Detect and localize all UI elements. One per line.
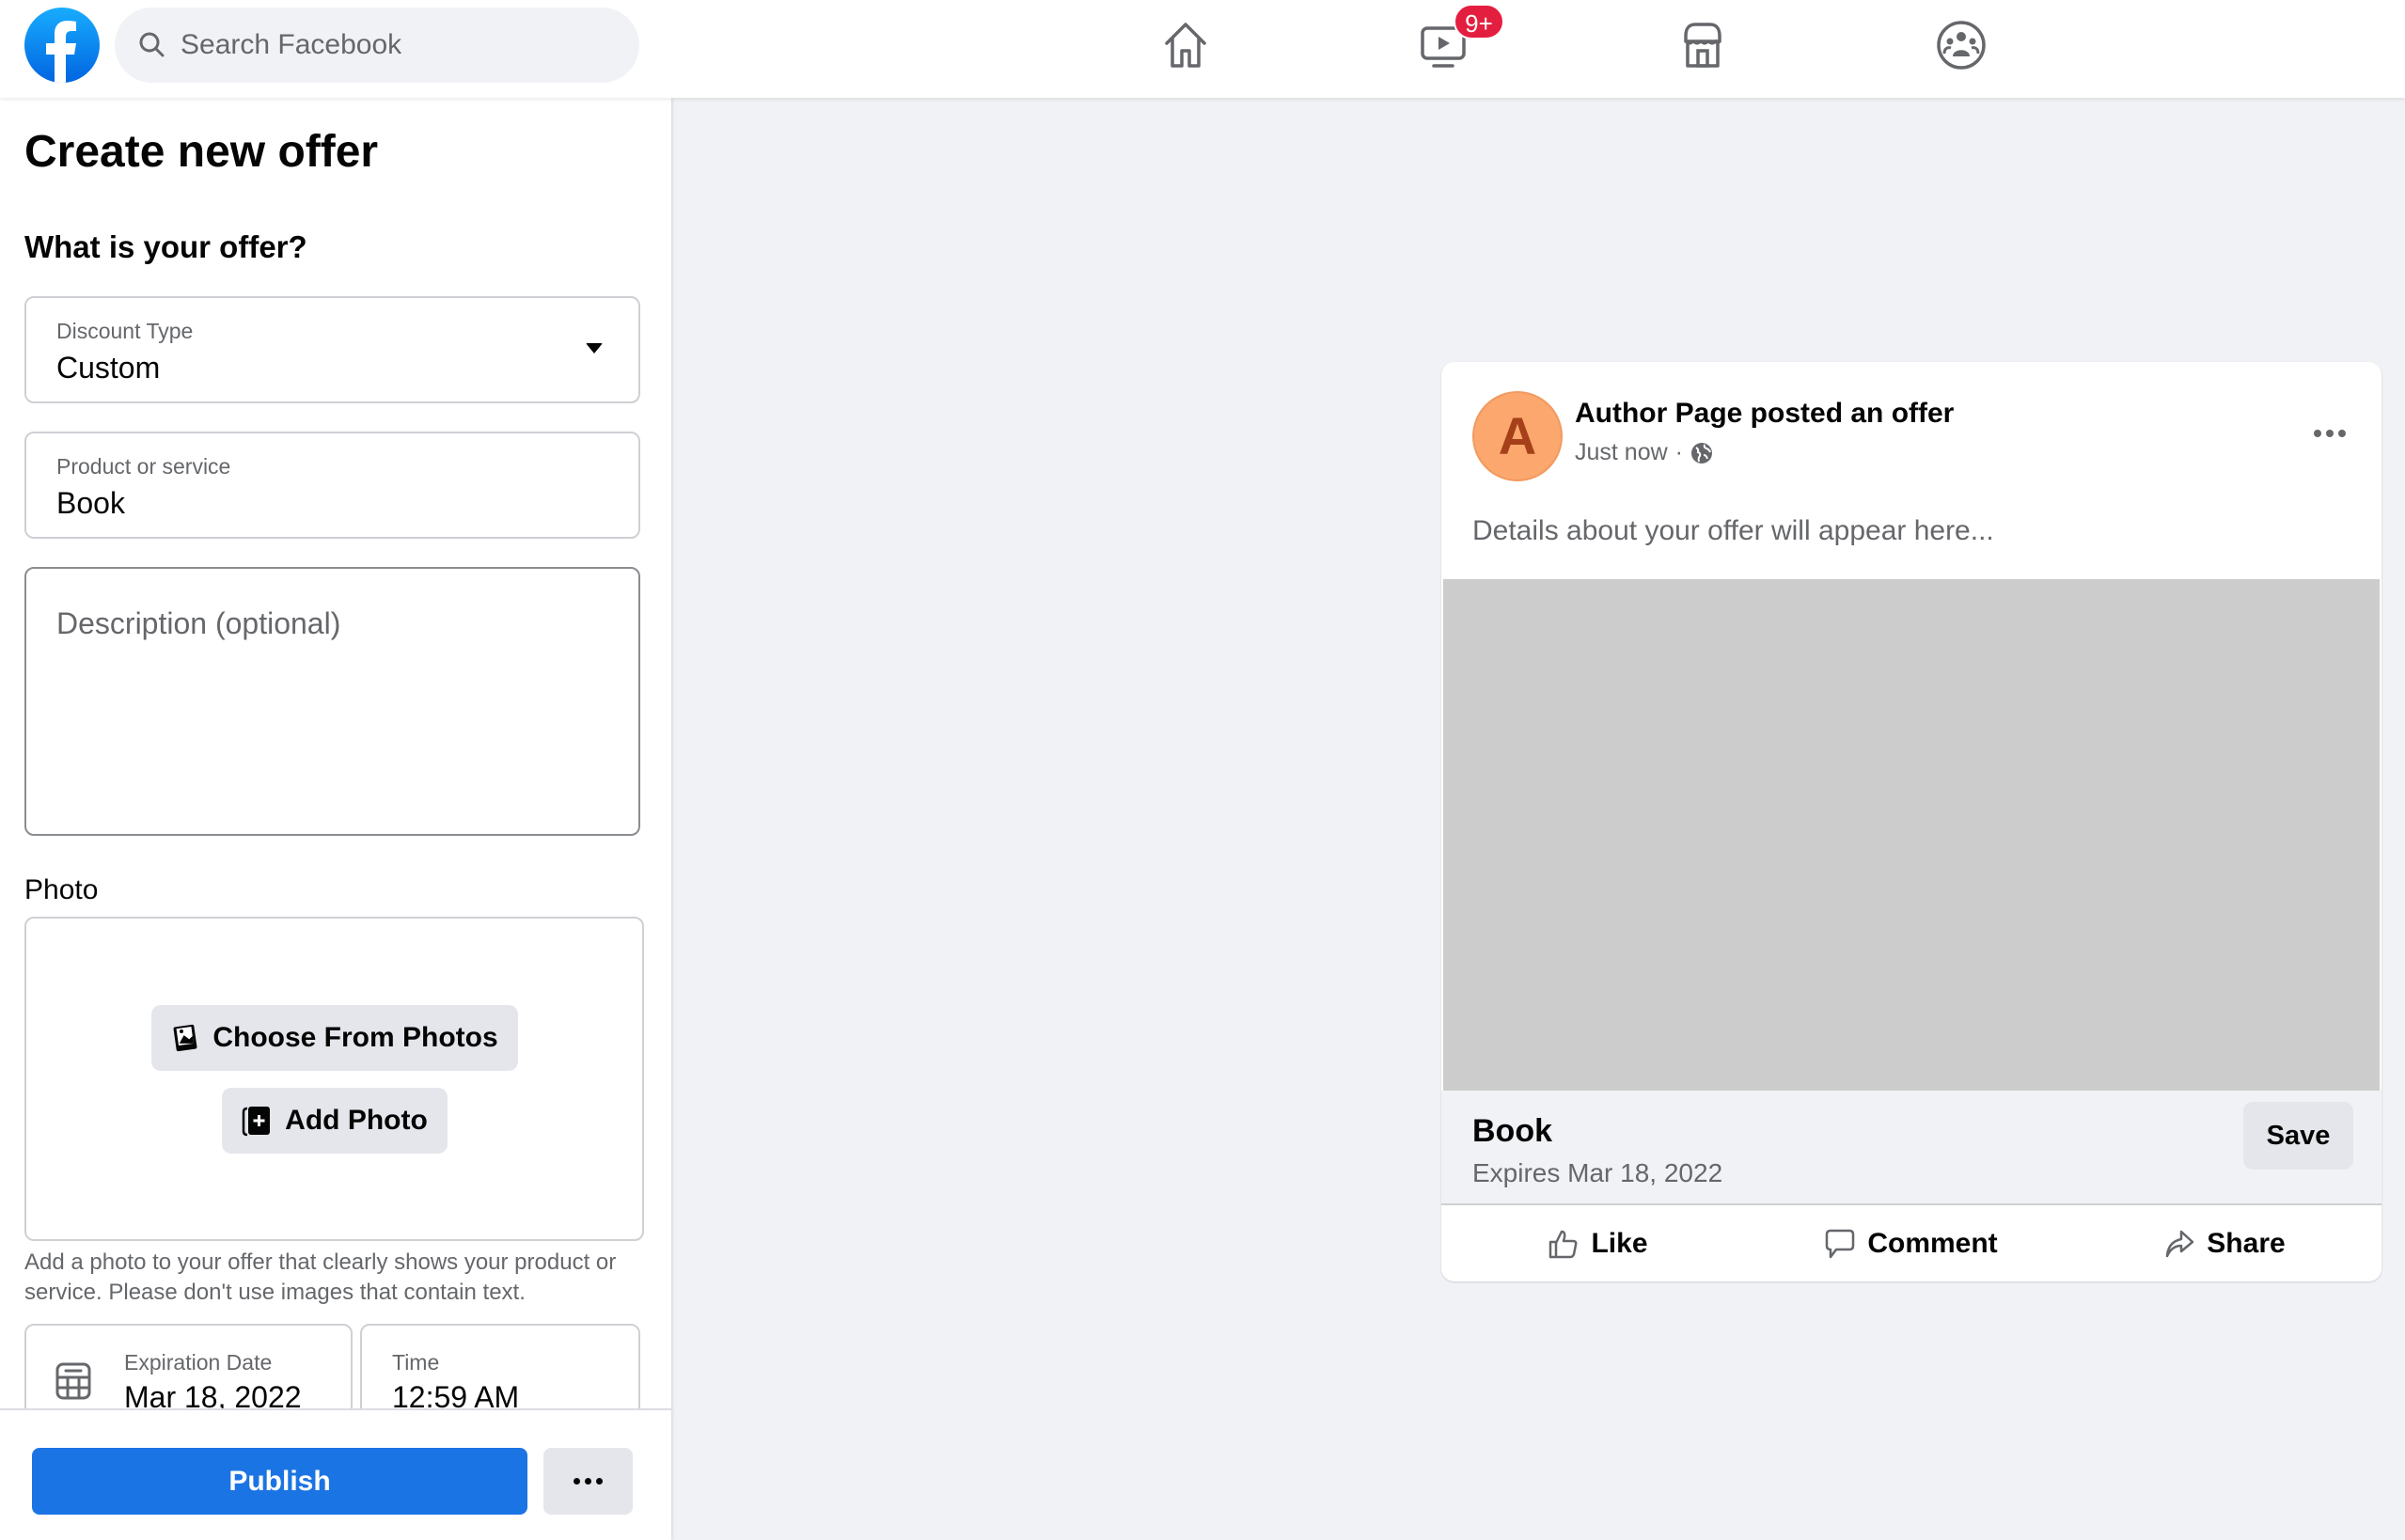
- section-heading: What is your offer?: [24, 229, 307, 264]
- description-textarea[interactable]: Description (optional): [24, 567, 640, 836]
- post-options-button[interactable]: [2314, 430, 2346, 437]
- like-button[interactable]: Like: [1441, 1205, 1754, 1281]
- offer-expiry: Expires Mar 18, 2022: [1472, 1158, 1723, 1187]
- product-value: Book: [56, 486, 125, 520]
- offer-preview-card: A Author Page posted an offer Just now ·…: [1441, 362, 2381, 1281]
- save-label: Save: [2266, 1120, 2331, 1151]
- choose-from-photos-button[interactable]: Choose From Photos: [151, 1005, 518, 1071]
- post-timestamp: Just now: [1575, 439, 1668, 465]
- comment-button[interactable]: Comment: [1754, 1205, 2067, 1281]
- home-icon[interactable]: [1159, 19, 1212, 71]
- offer-details-text: Details about your offer will appear her…: [1472, 515, 1994, 546]
- post-title: Author Page posted an offer: [1575, 398, 1955, 429]
- product-or-service-input[interactable]: Product or service Book: [24, 432, 640, 539]
- publish-label: Publish: [228, 1465, 331, 1497]
- discount-type-value: Custom: [56, 351, 161, 385]
- photo-album-icon: [173, 1024, 197, 1052]
- groups-icon[interactable]: [1935, 19, 1988, 71]
- photo-help-text: Add a photo to your offer that clearly s…: [24, 1249, 617, 1305]
- marketplace-icon[interactable]: [1676, 19, 1729, 71]
- create-offer-panel: Create new offer What is your offer? Dis…: [0, 98, 671, 1540]
- like-label: Like: [1591, 1227, 1648, 1259]
- thumbs-up-icon: [1549, 1230, 1578, 1258]
- globe-icon: [1691, 442, 1712, 464]
- facebook-logo[interactable]: [24, 8, 100, 83]
- offer-info: Book Expires Mar 18, 2022 Save: [1441, 1091, 2381, 1205]
- add-photo-icon: [242, 1107, 271, 1137]
- caret-down-icon: [586, 343, 603, 354]
- discount-type-label: Discount Type: [56, 319, 194, 343]
- more-icon: [2314, 430, 2346, 437]
- search-input[interactable]: Search Facebook: [115, 8, 639, 83]
- more-icon: [574, 1478, 603, 1485]
- expiration-date-label: Expiration Date: [124, 1350, 273, 1375]
- notification-badge: 9+: [1454, 4, 1504, 39]
- photo-dropzone: [24, 917, 644, 1241]
- save-offer-button[interactable]: Save: [2243, 1102, 2353, 1170]
- search-icon: [139, 32, 165, 57]
- post-meta: Just now ·: [1575, 439, 1713, 466]
- offer-product-name: Book: [1472, 1113, 1552, 1149]
- offer-image-placeholder: [1443, 579, 2380, 1091]
- add-photo-label: Add Photo: [285, 1105, 428, 1136]
- share-icon: [2166, 1230, 2194, 1257]
- page-title: Create new offer: [24, 127, 379, 177]
- share-button[interactable]: Share: [2067, 1205, 2381, 1281]
- choose-from-photos-label: Choose From Photos: [212, 1022, 498, 1053]
- product-label: Product or service: [56, 454, 231, 479]
- comment-label: Comment: [1867, 1227, 1998, 1259]
- photo-label: Photo: [24, 874, 99, 905]
- more-options-button[interactable]: [543, 1448, 633, 1515]
- publish-button[interactable]: Publish: [32, 1448, 527, 1515]
- facebook-f-icon: [46, 21, 76, 83]
- top-navigation-bar: Search Facebook 9+: [0, 0, 2405, 98]
- add-photo-button[interactable]: Add Photo: [222, 1088, 448, 1154]
- share-label: Share: [2207, 1227, 2286, 1259]
- search-placeholder: Search Facebook: [181, 29, 402, 60]
- comment-icon: [1826, 1229, 1855, 1258]
- avatar: A: [1472, 391, 1563, 481]
- calendar-icon: [55, 1362, 91, 1400]
- time-label: Time: [392, 1350, 440, 1375]
- meta-separator: ·: [1674, 439, 1683, 465]
- discount-type-select[interactable]: Discount Type Custom: [24, 296, 640, 403]
- description-placeholder: Description (optional): [56, 606, 341, 640]
